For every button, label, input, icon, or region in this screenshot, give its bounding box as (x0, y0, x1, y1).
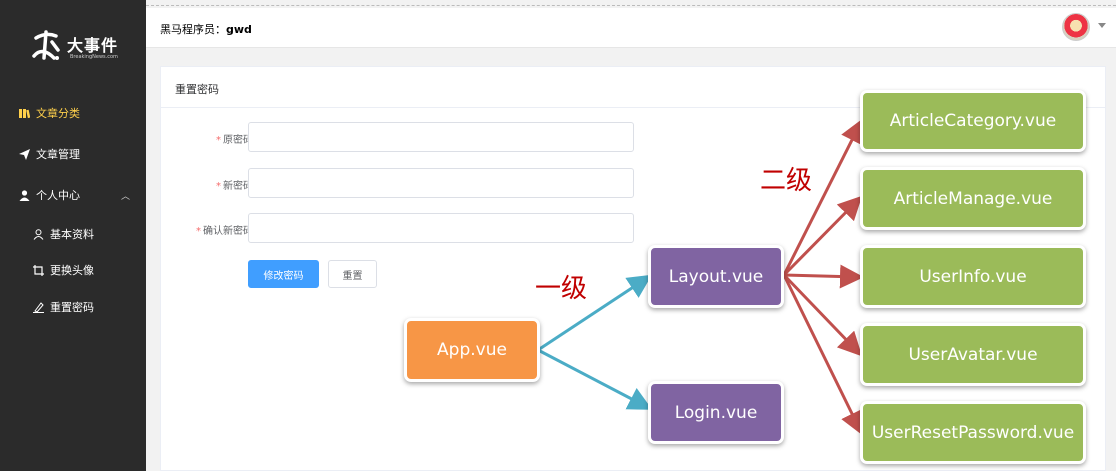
arrow-app-login (537, 348, 653, 410)
level1-label: 一级 (535, 274, 588, 304)
node-useravatar-vue: UserAvatar.vue (860, 323, 1086, 386)
node-layout-vue: Layout.vue (648, 245, 784, 308)
arrow-layout-articlemanage (782, 195, 863, 277)
node-userinfo-vue: UserInfo.vue (860, 245, 1086, 308)
node-articlecategory-vue: ArticleCategory.vue (860, 90, 1086, 152)
node-app-vue: App.vue (404, 318, 540, 382)
arrow-layout-userresetpassword (782, 274, 863, 436)
level2-label: 二级 (760, 166, 813, 196)
node-login-vue: Login.vue (648, 381, 784, 444)
arrow-layout-articlecategory (782, 118, 863, 276)
arrow-layout-useravatar (782, 273, 863, 357)
node-userresetpassword-vue: UserResetPassword.vue (860, 401, 1086, 464)
node-articlemanage-vue: ArticleManage.vue (860, 167, 1086, 230)
arrow-layout-userinfo (783, 264, 864, 289)
